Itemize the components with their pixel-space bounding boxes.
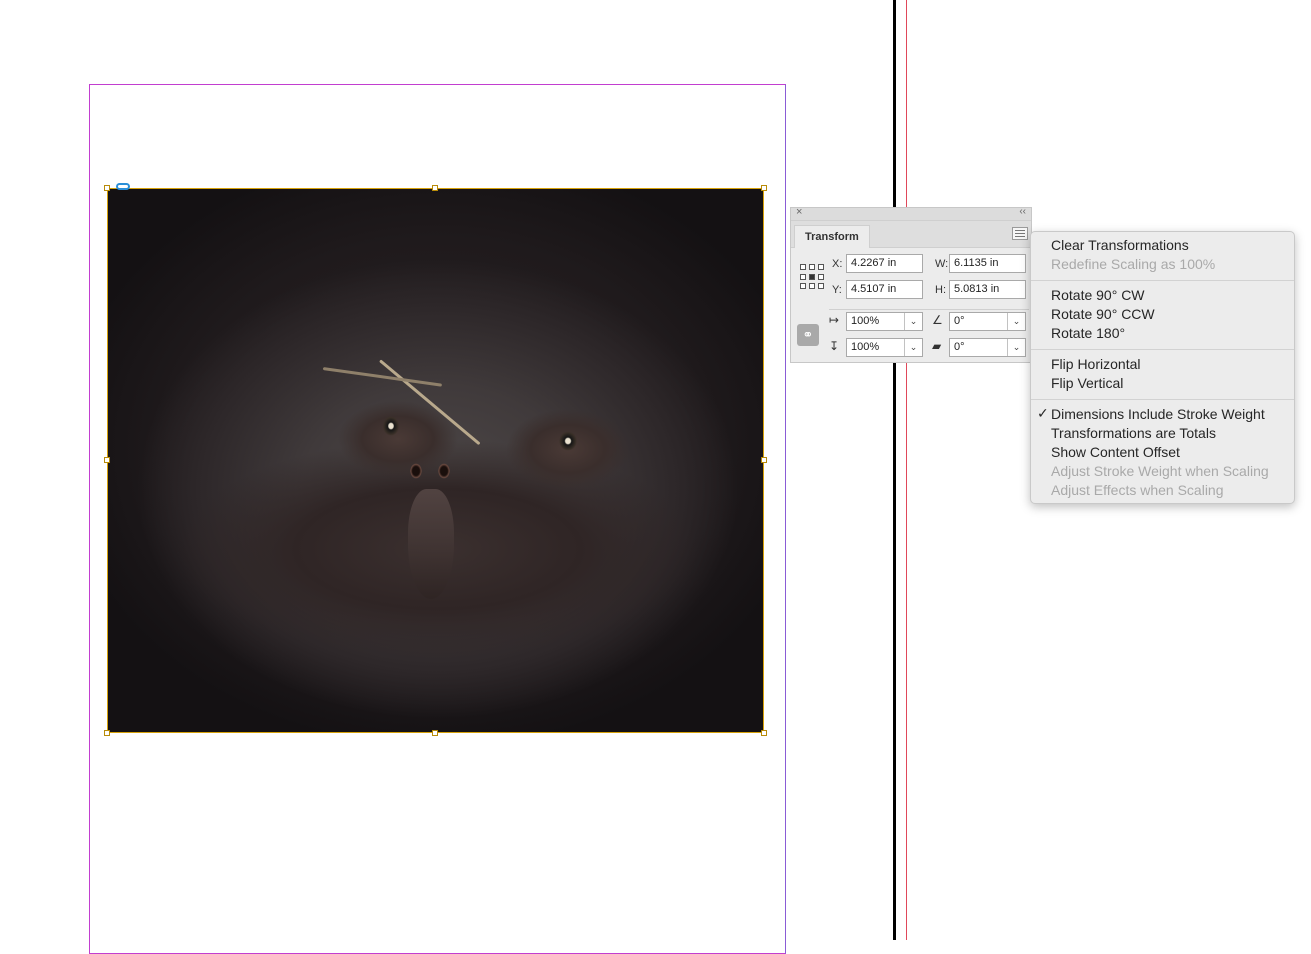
menu-item-adjust-effects: Adjust Effects when Scaling	[1051, 482, 1224, 498]
menu-item-rotate-90-cw[interactable]: Rotate 90° CW	[1051, 286, 1145, 305]
menu-item-clear-transformations[interactable]: Clear Transformations	[1051, 236, 1189, 255]
selection-handle-tm[interactable]	[432, 185, 438, 191]
rotation-angle-icon: ∠	[932, 313, 943, 327]
menu-separator	[1031, 349, 1294, 350]
ref-point-cell[interactable]	[800, 273, 806, 280]
ref-point-cell[interactable]	[818, 273, 824, 280]
selection-handle-mr[interactable]	[761, 457, 767, 463]
menu-item-redefine-scaling: Redefine Scaling as 100%	[1051, 256, 1216, 272]
menu-separator	[1031, 280, 1294, 281]
ref-point-cell[interactable]	[818, 264, 824, 270]
menu-item-transformations-are-totals[interactable]: Transformations are Totals	[1051, 424, 1216, 443]
menu-separator	[1031, 399, 1294, 400]
tab-transform[interactable]: Transform	[794, 225, 870, 248]
constrain-proportions-icon[interactable]: ⚭	[797, 324, 819, 346]
panel-title-bar[interactable]: × ‹‹	[791, 206, 1031, 221]
w-label: W:	[935, 258, 949, 270]
menu-item-flip-horizontal[interactable]: Flip Horizontal	[1051, 355, 1140, 374]
selection-handle-bl[interactable]	[104, 730, 110, 736]
menu-item-adjust-stroke-weight: Adjust Stroke Weight when Scaling	[1051, 463, 1269, 479]
link-badge-icon[interactable]	[116, 183, 130, 190]
selection-handle-ml[interactable]	[104, 457, 110, 463]
selection-handle-tr[interactable]	[761, 185, 767, 191]
selection-handle-br[interactable]	[761, 730, 767, 736]
rotation-angle-field[interactable]: 0° ⌄	[949, 312, 1026, 331]
ref-point-cell[interactable]	[809, 264, 815, 270]
selection-handle-bm[interactable]	[432, 730, 438, 736]
ref-point-cell-selected[interactable]	[809, 273, 815, 280]
scale-x-value: 100%	[851, 315, 880, 327]
collapse-icon[interactable]: ‹‹	[1019, 206, 1026, 217]
ref-point-cell[interactable]	[800, 264, 806, 270]
shear-value: 0°	[954, 341, 965, 353]
h-label: H:	[935, 284, 946, 296]
turtle-twig	[322, 367, 443, 387]
chevron-down-icon[interactable]: ⌄	[1007, 313, 1025, 330]
shear-angle-field[interactable]: 0° ⌄	[949, 338, 1026, 357]
ref-point-cell[interactable]	[818, 283, 824, 290]
scale-y-field[interactable]: 100% ⌄	[846, 338, 923, 357]
transform-panel-flyout-menu: Clear Transformations Redefine Scaling a…	[1030, 231, 1295, 504]
checkmark-icon: ✓	[1037, 405, 1049, 421]
scale-x-field[interactable]: 100% ⌄	[846, 312, 923, 331]
chevron-down-icon[interactable]: ⌄	[904, 339, 922, 356]
selection-handle-tl[interactable]	[104, 185, 110, 191]
bleed-guide	[906, 0, 907, 940]
scale-x-icon: ↦	[829, 313, 840, 327]
chevron-down-icon[interactable]: ⌄	[1007, 339, 1025, 356]
ref-point-cell[interactable]	[800, 283, 806, 290]
transform-panel: × ‹‹ Transform X: 4.2267 in Y: 4.5107 in…	[790, 206, 1032, 363]
x-position-field[interactable]: 4.2267 in	[846, 254, 923, 273]
panel-tab-row: Transform	[791, 221, 1031, 248]
width-field[interactable]: 6.1135 in	[949, 254, 1026, 273]
menu-item-dimensions-include-stroke[interactable]: Dimensions Include Stroke Weight	[1051, 405, 1265, 424]
rotation-value: 0°	[954, 315, 965, 327]
turtle-snout	[408, 489, 454, 599]
menu-item-flip-vertical[interactable]: Flip Vertical	[1051, 374, 1123, 393]
image-frame[interactable]	[107, 188, 764, 733]
scale-y-value: 100%	[851, 341, 880, 353]
height-field[interactable]: 5.0813 in	[949, 280, 1026, 299]
menu-item-rotate-180[interactable]: Rotate 180°	[1051, 324, 1125, 343]
panel-menu-icon[interactable]	[1012, 227, 1028, 240]
page-edge-line	[893, 0, 896, 940]
x-label: X:	[832, 258, 843, 270]
menu-item-rotate-90-ccw[interactable]: Rotate 90° CCW	[1051, 305, 1155, 324]
menu-item-show-content-offset[interactable]: Show Content Offset	[1051, 443, 1180, 462]
y-position-field[interactable]: 4.5107 in	[846, 280, 923, 299]
turtle-twig	[379, 359, 481, 446]
y-label: Y:	[832, 284, 842, 296]
close-icon[interactable]: ×	[796, 206, 802, 218]
ref-point-cell[interactable]	[809, 283, 815, 290]
panel-divider	[829, 309, 1029, 310]
shear-angle-icon: ▰	[932, 339, 942, 353]
chevron-down-icon[interactable]: ⌄	[904, 313, 922, 330]
reference-point-icon[interactable]	[800, 264, 826, 290]
scale-y-icon: ↧	[829, 339, 840, 353]
